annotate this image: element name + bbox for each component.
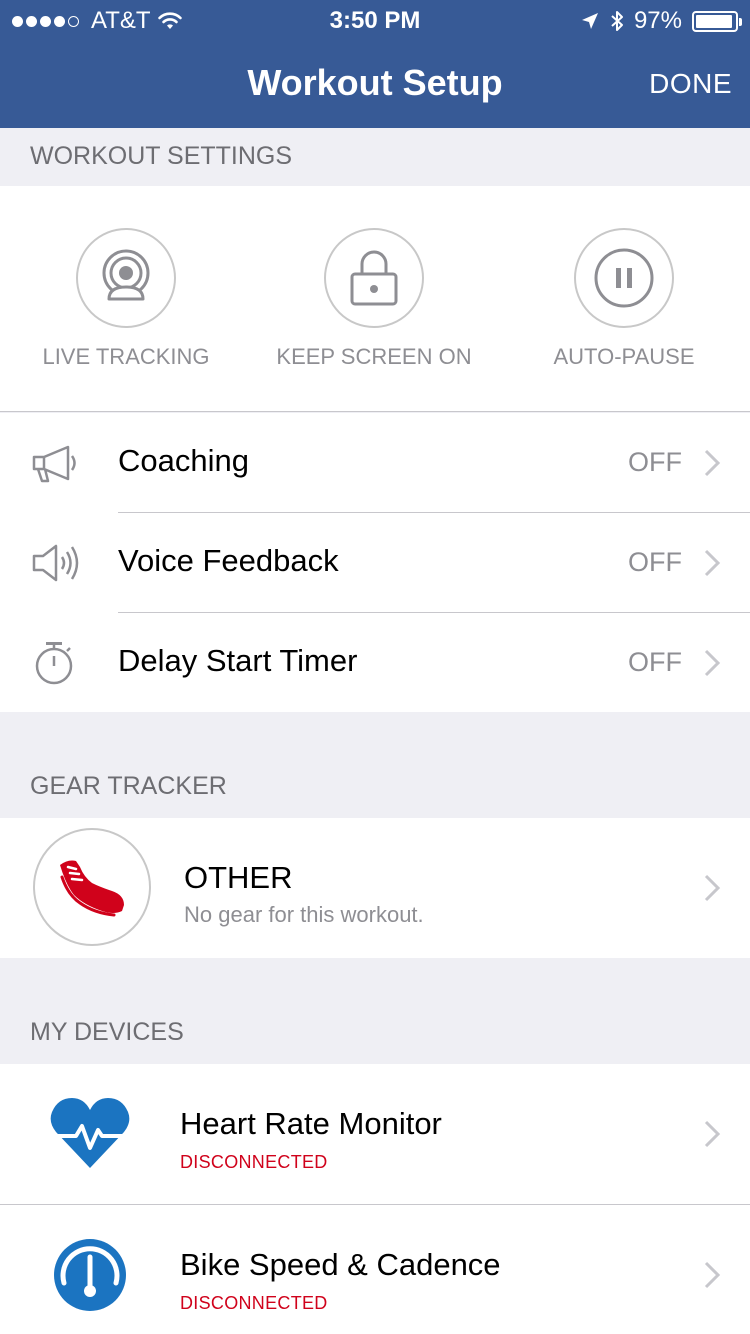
- stopwatch-icon: [35, 642, 73, 685]
- live-tracking-toggle[interactable]: LIVE TRACKING: [1, 228, 251, 370]
- app-header: AT&T 3:50 PM 97% Workout Setup DONE: [0, 0, 750, 128]
- live-tracking-label: LIVE TRACKING: [42, 344, 210, 369]
- section-header-gear-tracker: GEAR TRACKER: [0, 712, 750, 818]
- chevron-right-icon: [704, 874, 721, 902]
- gear-name: OTHER: [184, 860, 293, 895]
- keep-screen-on-toggle[interactable]: KEEP SCREEN ON: [249, 228, 499, 370]
- gear-avatar: [33, 828, 151, 946]
- shoe-icon: [60, 860, 124, 917]
- page-title: Workout Setup: [247, 62, 503, 103]
- done-button[interactable]: DONE: [649, 68, 732, 100]
- bluetooth-icon: [611, 11, 623, 31]
- device-name: Heart Rate Monitor: [180, 1106, 442, 1141]
- device-name: Bike Speed & Cadence: [180, 1247, 501, 1282]
- keep-screen-on-button[interactable]: [324, 228, 424, 328]
- chevron-right-icon: [704, 1261, 721, 1289]
- battery-icon: [692, 10, 742, 32]
- chevron-right-icon: [704, 549, 721, 577]
- bike-speed-cadence-row[interactable]: Bike Speed & Cadence DISCONNECTED: [0, 1205, 750, 1334]
- speaker-icon: [32, 544, 79, 582]
- gear-subtitle: No gear for this workout.: [184, 902, 424, 927]
- status-right: 97%: [580, 7, 742, 35]
- live-tracking-icon: [102, 249, 150, 301]
- devices-list: Heart Rate Monitor DISCONNECTED Bike Spe…: [0, 1064, 750, 1334]
- workout-settings-list: Coaching OFF Voice Feedback OFF Delay St…: [0, 413, 750, 712]
- section-header-workout-settings: WORKOUT SETTINGS: [0, 128, 750, 186]
- quick-toggle-panel: LIVE TRACKING KEEP SCREEN ON AUTO-PAUSE: [0, 186, 750, 412]
- coaching-label: Coaching: [118, 443, 249, 478]
- auto-pause-button[interactable]: [574, 228, 674, 328]
- lock-icon: [350, 250, 398, 306]
- voice-feedback-value: OFF: [628, 547, 682, 577]
- voice-feedback-label: Voice Feedback: [118, 543, 339, 578]
- live-tracking-button[interactable]: [76, 228, 176, 328]
- battery-percent: 97%: [633, 7, 682, 34]
- voice-feedback-row[interactable]: Voice Feedback OFF: [0, 513, 750, 613]
- pause-icon: [594, 248, 654, 308]
- coaching-row[interactable]: Coaching OFF: [0, 413, 750, 513]
- heart-rate-monitor-row[interactable]: Heart Rate Monitor DISCONNECTED: [0, 1064, 750, 1204]
- coaching-value: OFF: [628, 447, 682, 477]
- delay-start-timer-value: OFF: [628, 647, 682, 677]
- chevron-right-icon: [704, 649, 721, 677]
- megaphone-icon: [32, 445, 76, 483]
- device-status: DISCONNECTED: [180, 1293, 328, 1313]
- heart-rate-icon: [50, 1098, 130, 1168]
- auto-pause-toggle[interactable]: AUTO-PAUSE: [499, 228, 749, 370]
- auto-pause-label: AUTO-PAUSE: [553, 344, 695, 369]
- gear-row[interactable]: OTHER No gear for this workout.: [0, 818, 750, 958]
- keep-screen-on-label: KEEP SCREEN ON: [276, 344, 472, 369]
- delay-start-timer-label: Delay Start Timer: [118, 643, 358, 678]
- chevron-right-icon: [704, 1120, 721, 1148]
- device-status: DISCONNECTED: [180, 1152, 328, 1172]
- speedometer-icon: [54, 1239, 126, 1311]
- delay-start-timer-row[interactable]: Delay Start Timer OFF: [0, 613, 750, 713]
- status-bar: AT&T 3:50 PM 97%: [0, 0, 750, 40]
- section-header-my-devices: MY DEVICES: [0, 958, 750, 1064]
- location-arrow-icon: [581, 13, 598, 29]
- chevron-right-icon: [704, 449, 721, 477]
